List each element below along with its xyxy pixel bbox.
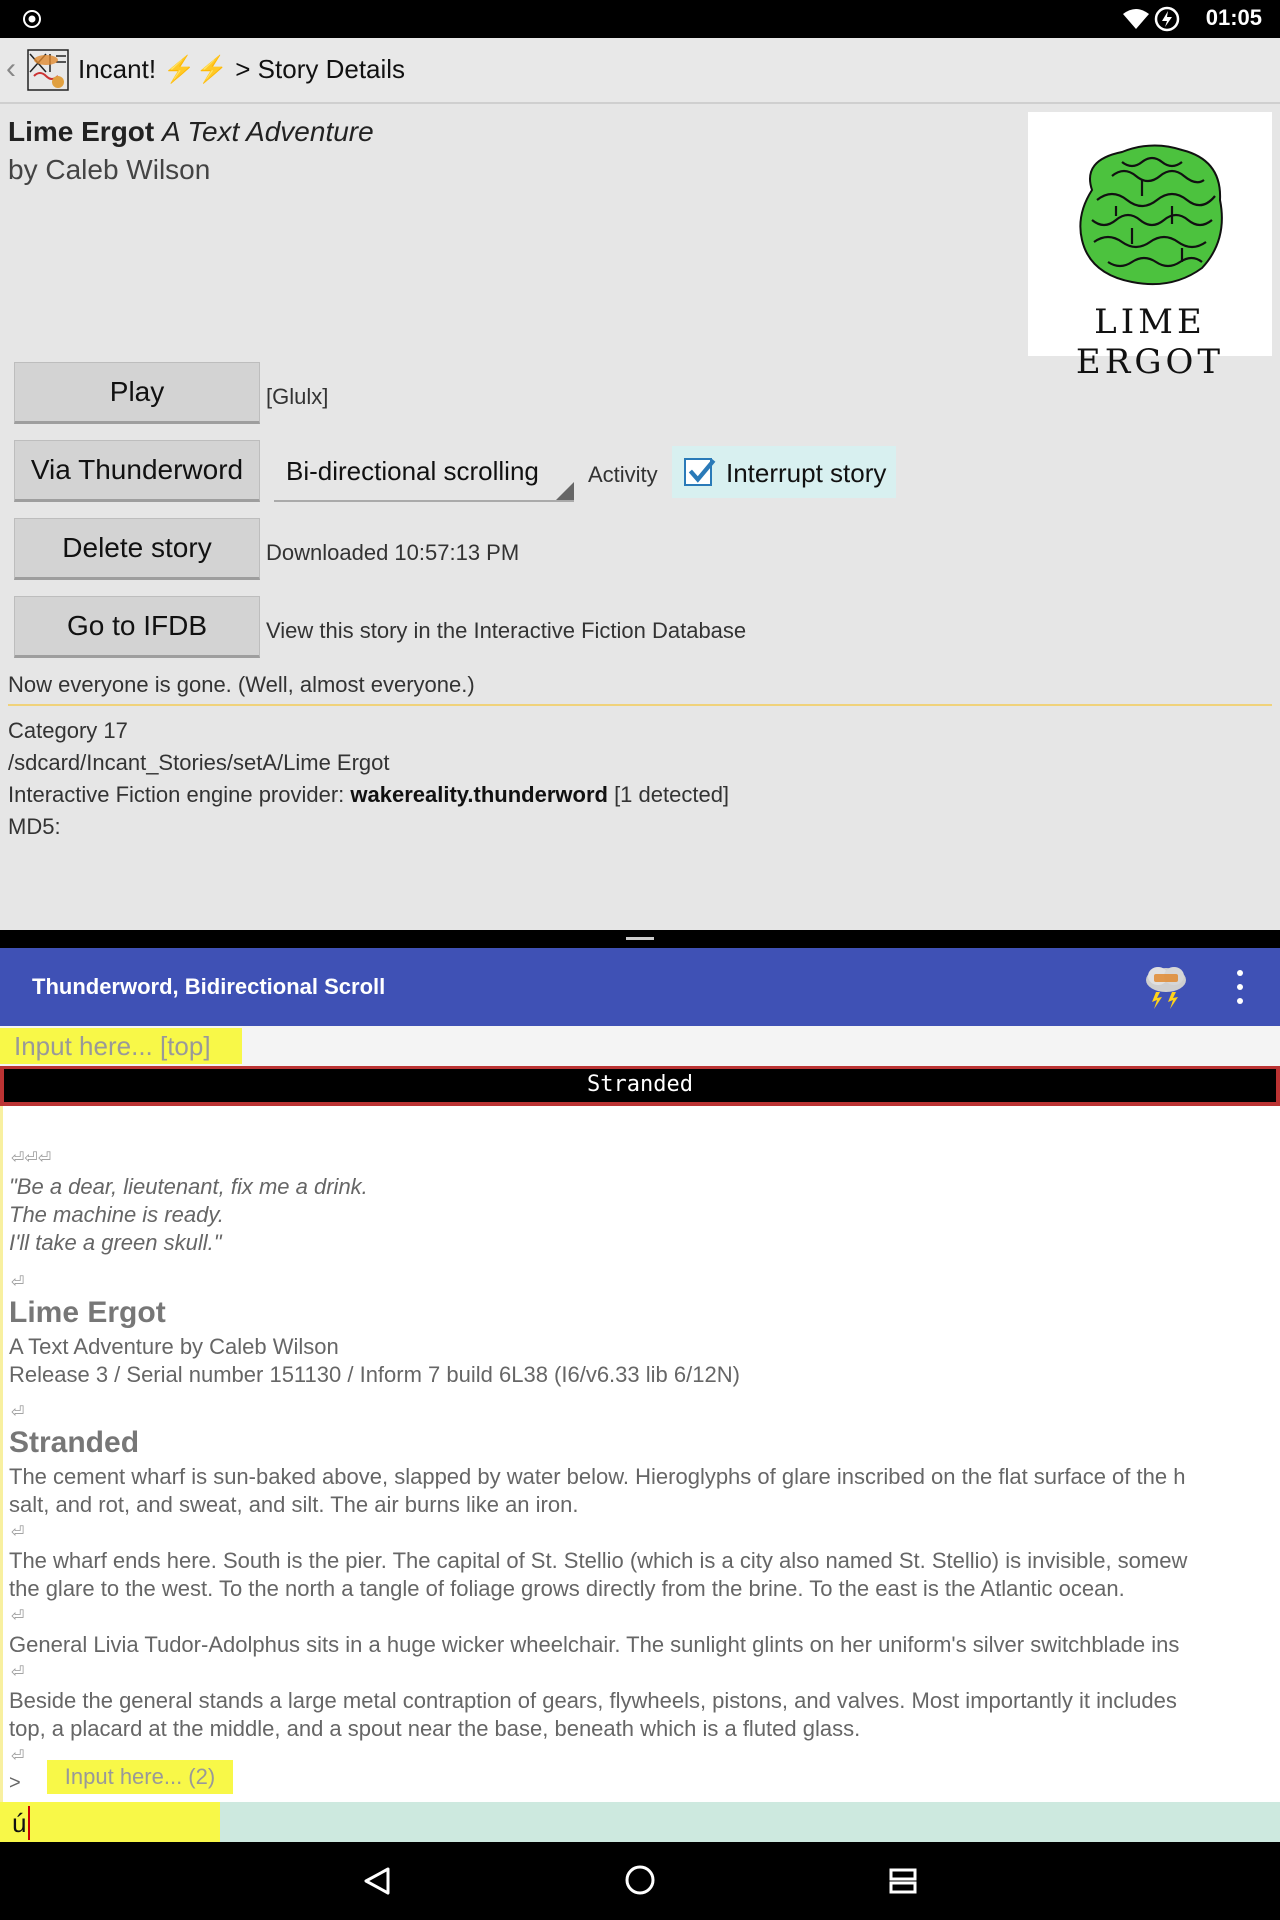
story-title-line: Lime Ergot A Text Adventure xyxy=(8,116,374,148)
checkbox-checked-icon[interactable] xyxy=(684,458,716,486)
cover-caption: LIME ERGOT xyxy=(1075,302,1225,382)
home-icon[interactable] xyxy=(624,1864,656,1896)
scroll-mode-dropdown[interactable]: Bi-directional scrolling xyxy=(274,444,574,502)
dropdown-arrow-icon xyxy=(556,482,574,500)
line-return-marker: ⏎⏎⏎ xyxy=(11,1150,52,1167)
inline-input-field[interactable]: Input here... (2) xyxy=(47,1760,233,1794)
epigraph-line: I'll take a green skull." xyxy=(9,1230,222,1255)
line-return-marker: ⏎ xyxy=(11,1404,25,1421)
paragraph-line: General Livia Tudor-Adolphus sits in a h… xyxy=(9,1632,1180,1657)
via-thunderword-button[interactable]: Via Thunderword xyxy=(14,440,260,502)
go-to-ifdb-button[interactable]: Go to IFDB xyxy=(14,596,260,658)
delete-story-button[interactable]: Delete story xyxy=(14,518,260,580)
interrupt-story-checkbox[interactable]: Interrupt story xyxy=(672,446,896,498)
paragraph-line: The cement wharf is sun-baked above, sla… xyxy=(9,1464,1186,1489)
storm-cloud-icon[interactable] xyxy=(1142,964,1190,1010)
paragraph-line: Beside the general stands a large metal … xyxy=(9,1688,1177,1713)
command-prompt: > xyxy=(9,1772,21,1794)
game-title: Lime Ergot xyxy=(9,1296,166,1329)
action-bar: ‹ Incant! ⚡⚡ > Story Details xyxy=(0,38,1280,104)
bottom-input-value: ú xyxy=(12,1808,27,1838)
story-title: Lime Ergot xyxy=(8,116,155,147)
paragraph-line: salt, and rot, and sweat, and silt. The … xyxy=(9,1492,579,1517)
engine-provider-prefix: Interactive Fiction engine provider: xyxy=(8,782,351,807)
room-title: Stranded xyxy=(9,1426,140,1459)
line-return-marker: ⏎ xyxy=(11,1274,25,1291)
game-status-line: Stranded xyxy=(0,1066,1280,1106)
story-author: by Caleb Wilson xyxy=(8,154,211,185)
play-button[interactable]: Play xyxy=(14,362,260,424)
md5-label: MD5: xyxy=(8,814,61,839)
back-chevron-icon[interactable]: ‹ xyxy=(6,52,16,86)
brain-cover-icon xyxy=(1079,144,1223,286)
text-caret xyxy=(28,1806,30,1840)
story-path: /sdcard/Incant_Stories/setA/Lime Ergot xyxy=(8,750,390,775)
engine-provider: Interactive Fiction engine provider: wak… xyxy=(8,782,729,808)
activity-label: Activity xyxy=(588,462,658,487)
recents-icon[interactable] xyxy=(888,1866,918,1896)
game-byline: A Text Adventure by Caleb Wilson xyxy=(9,1334,339,1359)
back-icon[interactable] xyxy=(362,1866,392,1896)
ifdb-description: View this story in the Interactive Ficti… xyxy=(266,618,747,643)
breadcrumb: > Story Details xyxy=(235,54,406,84)
engine-provider-name: wakereality.thunderword xyxy=(350,782,608,807)
bottom-input-row[interactable]: ú xyxy=(0,1802,1280,1842)
overflow-menu-icon[interactable] xyxy=(1236,970,1244,1004)
location-icon xyxy=(23,10,41,28)
split-divider[interactable] xyxy=(0,930,1280,948)
story-details-panel: Lime Ergot A Text Adventure by Caleb Wil… xyxy=(0,104,1280,930)
epigraph-line: "Be a dear, lieutenant, fix me a drink. xyxy=(9,1174,368,1199)
story-subtitle: A Text Adventure xyxy=(162,116,374,147)
top-input-row: Input here... [top] xyxy=(0,1026,1280,1066)
line-return-marker: ⏎ xyxy=(11,1608,25,1625)
clock: 01:05 xyxy=(1205,5,1262,30)
download-time: Downloaded 10:57:13 PM xyxy=(266,540,520,565)
navigation-bar xyxy=(0,1842,1280,1920)
battery-charging-icon xyxy=(1154,6,1180,32)
interrupt-story-label: Interrupt story xyxy=(726,458,887,488)
wifi-icon xyxy=(1123,9,1149,29)
scroll-mode-value: Bi-directional scrolling xyxy=(286,456,539,486)
status-bar: 01:05 xyxy=(0,0,1280,38)
story-category: Category 17 xyxy=(8,718,128,743)
game-release: Release 3 / Serial number 151130 / Infor… xyxy=(9,1362,740,1387)
app-title[interactable]: Incant! ⚡⚡ xyxy=(78,54,228,84)
drag-handle-icon[interactable] xyxy=(626,937,654,940)
paragraph-line: The wharf ends here. South is the pier. … xyxy=(9,1548,1188,1573)
story-blurb: Now everyone is gone. (Well, almost ever… xyxy=(8,672,475,697)
top-input-field[interactable]: Input here... [top] xyxy=(0,1028,242,1064)
story-transcript[interactable]: ⏎⏎⏎ "Be a dear, lieutenant, fix me a dri… xyxy=(0,1106,1280,1802)
bottom-input-field[interactable]: ú xyxy=(0,1802,220,1842)
engine-provider-suffix: [1 detected] xyxy=(607,782,730,807)
line-return-marker: ⏎ xyxy=(11,1664,25,1681)
story-format: [Glulx] xyxy=(266,384,329,409)
app-logo-icon[interactable] xyxy=(26,48,70,92)
line-return-marker: ⏎ xyxy=(11,1524,25,1541)
paragraph-line: the glare to the west. To the north a ta… xyxy=(9,1576,1125,1601)
cover-art: LIME ERGOT xyxy=(1028,112,1272,382)
divider-line xyxy=(8,704,1272,706)
paragraph-line: top, a placard at the middle, and a spou… xyxy=(9,1716,861,1741)
line-return-marker: ⏎ xyxy=(11,1748,25,1765)
thunderword-title: Thunderword, Bidirectional Scroll xyxy=(32,974,386,999)
epigraph-line: The machine is ready. xyxy=(9,1202,224,1227)
thunderword-toolbar: Thunderword, Bidirectional Scroll xyxy=(0,948,1280,1026)
